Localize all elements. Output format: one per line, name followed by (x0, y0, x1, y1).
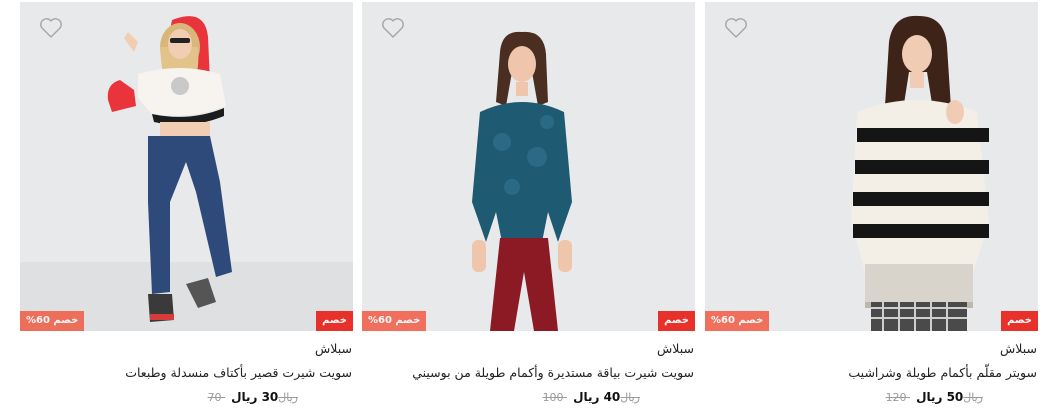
new-price: 50 ريال (916, 390, 964, 404)
discount-badge: %60 خصم (20, 311, 85, 331)
product-grid: %60 خصم خصم سبلاش سويت شيرت قصير بأكتاف … (0, 0, 1050, 413)
product-image[interactable]: %60 خصم خصم (20, 2, 353, 331)
sale-badge: خصم (316, 311, 353, 331)
product-image[interactable]: %60 خصم خصم (362, 2, 695, 331)
price-row: 120 ريال50 ريال (886, 390, 983, 408)
sale-badge: خصم (1001, 311, 1038, 331)
product-title[interactable]: سويت شيرت قصير بأكتاف منسدلة وطبعات (125, 365, 352, 380)
heart-icon[interactable] (39, 17, 63, 39)
product-title[interactable]: سويتر مقلّم بأكمام طويلة وشراشيب (848, 365, 1037, 380)
price-row: 70 ريال30 ريال (208, 390, 298, 408)
price-row: 100 ريال40 ريال (543, 390, 640, 408)
model-illustration (20, 2, 353, 331)
discount-badge: %60 خصم (362, 311, 427, 331)
product-brand[interactable]: سبلاش (1000, 341, 1037, 356)
new-price: 40 ريال (573, 390, 621, 404)
sale-badge: خصم (658, 311, 695, 331)
heart-icon[interactable] (724, 17, 748, 39)
product-card[interactable]: %60 خصم خصم سبلاش سويت شيرت بياقة مستدير… (362, 0, 695, 413)
product-title[interactable]: سويت شيرت بياقة مستديرة وأكمام طويلة من … (412, 365, 694, 380)
new-price: 30 ريال (231, 390, 279, 404)
discount-badge: %60 خصم (705, 311, 770, 331)
product-brand[interactable]: سبلاش (657, 341, 694, 356)
product-brand[interactable]: سبلاش (315, 341, 352, 356)
product-card[interactable]: %60 خصم خصم سبلاش سويت شيرت قصير بأكتاف … (20, 0, 353, 413)
heart-icon[interactable] (381, 17, 405, 39)
product-card[interactable]: %60 خصم خصم سبلاش سويتر مقلّم بأكمام طوي… (705, 0, 1038, 413)
product-image[interactable]: %60 خصم خصم (705, 2, 1038, 331)
model-illustration (362, 2, 695, 331)
model-illustration (705, 2, 1038, 331)
